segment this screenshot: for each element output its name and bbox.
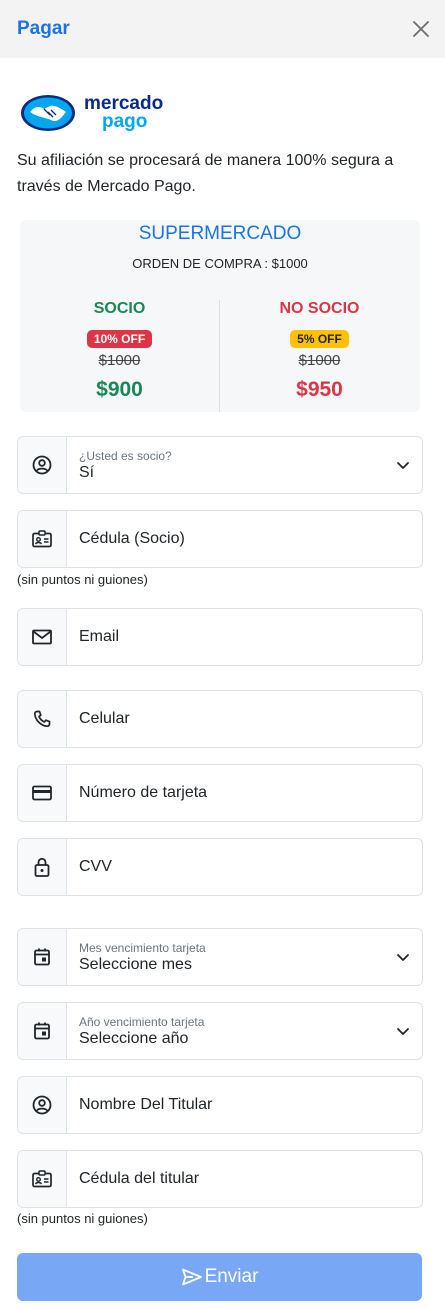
- email-placeholder: Email: [79, 628, 120, 645]
- logo-wordmark: mercado pago: [84, 94, 163, 132]
- expiry-year-select[interactable]: Año vencimiento tarjeta Seleccione año: [17, 1002, 423, 1060]
- card-number-icon-box: [18, 765, 67, 821]
- member-old-price: $1000: [98, 352, 141, 369]
- phone-placeholder: Celular: [79, 710, 130, 727]
- id-card-icon: [32, 530, 52, 548]
- cardholder-name-placeholder: Nombre Del Titular: [79, 1096, 213, 1113]
- socio-select[interactable]: ¿Usted es socio? Sí: [17, 436, 423, 494]
- non-member-old-price: $1000: [298, 352, 341, 369]
- cvv-icon-box: [18, 839, 67, 895]
- calendar-icon: [34, 1022, 50, 1040]
- cvv-field[interactable]: CVV: [17, 838, 423, 896]
- expiry-year-icon-box: [18, 1003, 67, 1059]
- card-number-field[interactable]: Número de tarjeta: [17, 764, 423, 822]
- phone-icon-box: [18, 691, 67, 747]
- expiry-month-body: Mes vencimiento tarjeta Seleccione mes: [67, 929, 422, 985]
- expiry-year-body: Año vencimiento tarjeta Seleccione año: [67, 1003, 422, 1059]
- socio-label: ¿Usted es socio?: [79, 449, 172, 463]
- intro-text: Su afiliación se procesará de manera 100…: [17, 152, 394, 195]
- chevron-down-icon: [397, 462, 409, 469]
- id-card-icon: [32, 1170, 52, 1188]
- cedula-titular-input[interactable]: Cédula del titular: [17, 1150, 423, 1208]
- expiry-month-label: Mes vencimiento tarjeta: [79, 941, 206, 955]
- expiry-month-select[interactable]: Mes vencimiento tarjeta Seleccione mes: [17, 928, 423, 986]
- mail-icon: [32, 629, 52, 645]
- email-icon-box: [18, 609, 67, 665]
- cedula-socio-icon-box: [18, 511, 67, 567]
- member-price-column: SOCIO 10% OFF $1000 $900: [20, 299, 219, 403]
- cardholder-name-icon-box: [18, 1077, 67, 1133]
- email-body: Email: [67, 609, 422, 665]
- expiry-month-value: Seleccione mes: [79, 956, 192, 973]
- lock-icon: [34, 857, 50, 877]
- chevron-down-icon: [397, 954, 409, 961]
- non-member-title: NO SOCIO: [279, 300, 360, 317]
- cvv-body: CVV: [67, 839, 422, 895]
- cedula-socio-placeholder: Cédula (Socio): [79, 530, 185, 547]
- send-icon: [181, 1268, 202, 1286]
- socio-value: Sí: [79, 464, 95, 481]
- handshake-logo-icon: [21, 95, 75, 131]
- cedula-titular-hint: (sin puntos ni guiones): [17, 1211, 148, 1226]
- close-icon: [413, 21, 429, 37]
- member-new-price: $900: [96, 378, 143, 401]
- chevron-down-icon: [397, 1028, 409, 1035]
- email-field[interactable]: Email: [17, 608, 423, 666]
- expiry-year-value: Seleccione año: [79, 1030, 189, 1047]
- non-member-new-price: $950: [296, 378, 343, 401]
- phone-field[interactable]: Celular: [17, 690, 423, 748]
- phone-body: Celular: [67, 691, 422, 747]
- cedula-titular-icon-box: [18, 1151, 67, 1207]
- cedula-titular-placeholder: Cédula del titular: [79, 1170, 200, 1187]
- cedula-socio-input[interactable]: Cédula (Socio): [17, 510, 423, 568]
- modal-header: Pagar: [0, 0, 445, 58]
- cedula-socio-body: Cédula (Socio): [67, 511, 422, 567]
- expiry-year-label: Año vencimiento tarjeta: [79, 1015, 205, 1029]
- user-circle-icon: [32, 1095, 52, 1115]
- member-title: SOCIO: [93, 300, 146, 317]
- submit-label: Enviar: [204, 1266, 259, 1287]
- card-number-placeholder: Número de tarjeta: [79, 784, 208, 801]
- socio-select-body: ¿Usted es socio? Sí: [67, 437, 422, 493]
- cvv-placeholder: CVV: [79, 858, 112, 875]
- expiry-month-icon-box: [18, 929, 67, 985]
- socio-icon-box: [18, 437, 67, 493]
- modal-title: Pagar: [17, 18, 70, 39]
- user-circle-icon: [32, 455, 52, 475]
- cardholder-name-field[interactable]: Nombre Del Titular: [17, 1076, 423, 1134]
- non-member-discount-badge: 5% OFF: [290, 330, 349, 348]
- summary-title: SUPERMERCADO: [138, 223, 302, 244]
- cardholder-name-body: Nombre Del Titular: [67, 1077, 422, 1133]
- member-discount-badge: 10% OFF: [86, 330, 153, 348]
- phone-icon: [33, 710, 51, 728]
- close-button[interactable]: [409, 17, 433, 41]
- non-member-price-column: NO SOCIO 5% OFF $1000 $950: [220, 299, 419, 403]
- card-number-body: Número de tarjeta: [67, 765, 422, 821]
- price-summary-card: SUPERMERCADO ORDEN DE COMPRA : $1000 SOC…: [20, 220, 420, 412]
- logo-text-pago: pago: [102, 111, 148, 132]
- credit-card-icon: [32, 785, 52, 801]
- submit-button[interactable]: Enviar: [17, 1253, 422, 1301]
- cedula-titular-body: Cédula del titular: [67, 1151, 422, 1207]
- calendar-icon: [34, 948, 50, 966]
- mercadopago-logo: mercado pago: [20, 90, 180, 136]
- order-amount: ORDEN DE COMPRA : $1000: [132, 256, 308, 271]
- cedula-socio-hint: (sin puntos ni guiones): [17, 572, 148, 587]
